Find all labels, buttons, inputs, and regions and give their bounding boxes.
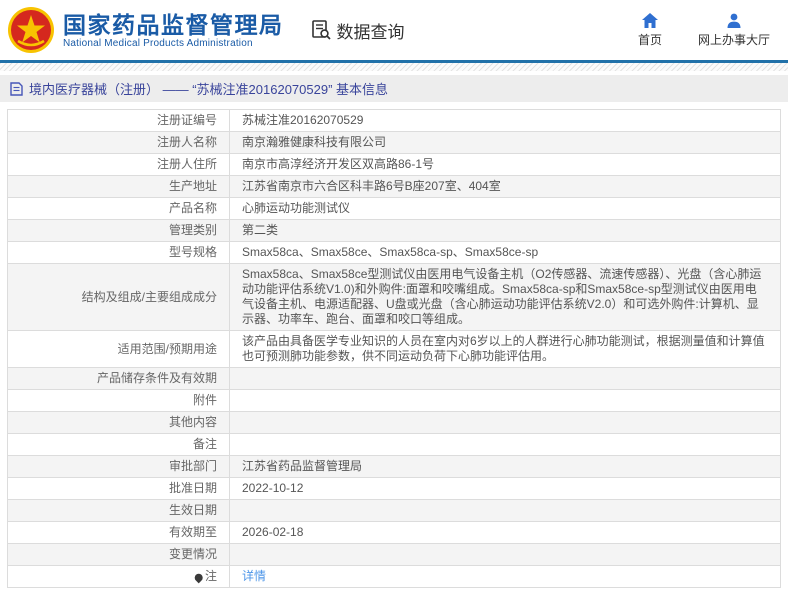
national-emblem-icon bbox=[8, 7, 54, 53]
row-label: 有效期至 bbox=[8, 522, 230, 543]
hatch-band bbox=[0, 63, 788, 71]
row-label: 变更情况 bbox=[8, 544, 230, 565]
nav-home-label: 首页 bbox=[638, 31, 662, 48]
row-value bbox=[230, 434, 780, 455]
table-row: 注 详情 bbox=[8, 565, 780, 587]
org-name-en: National Medical Products Administration bbox=[63, 38, 284, 49]
row-label: 型号规格 bbox=[8, 242, 230, 263]
row-value: 苏械注准20162070529 bbox=[230, 110, 780, 131]
row-label: 注册人名称 bbox=[8, 132, 230, 153]
registration-info-table: 注册证编号 苏械注准20162070529 注册人名称 南京瀚雅健康科技有限公司… bbox=[7, 109, 781, 588]
table-row: 其他内容 bbox=[8, 411, 780, 433]
row-label: 适用范围/预期用途 bbox=[8, 331, 230, 367]
row-label: 生产地址 bbox=[8, 176, 230, 197]
table-row: 附件 bbox=[8, 389, 780, 411]
table-row: 管理类别 第二类 bbox=[8, 219, 780, 241]
row-value: 心肺运动功能测试仪 bbox=[230, 198, 780, 219]
row-label-text: 注 bbox=[205, 569, 217, 584]
home-icon bbox=[642, 13, 658, 28]
row-value: 江苏省药品监督管理局 bbox=[230, 456, 780, 477]
table-row: 变更情况 bbox=[8, 543, 780, 565]
table-row: 注册人住所 南京市高淳经济开发区双高路86-1号 bbox=[8, 153, 780, 175]
row-label: 结构及组成/主要组成成分 bbox=[8, 264, 230, 330]
row-value: 2026-02-18 bbox=[230, 522, 780, 543]
row-label: 审批部门 bbox=[8, 456, 230, 477]
page-title: 境内医疗器械（注册） —— “苏械注准20162070529” 基本信息 bbox=[0, 75, 788, 102]
row-value: Smax58ca、Smax58ce、Smax58ca-sp、Smax58ce-s… bbox=[230, 242, 780, 263]
row-label: 产品名称 bbox=[8, 198, 230, 219]
row-label: 注册证编号 bbox=[8, 110, 230, 131]
row-value: 该产品由具备医学专业知识的人员在室内对6岁以上的人群进行心肺功能测试，根据测量值… bbox=[230, 331, 780, 367]
table-row: 有效期至 2026-02-18 bbox=[8, 521, 780, 543]
row-value bbox=[230, 412, 780, 433]
row-value: 南京瀚雅健康科技有限公司 bbox=[230, 132, 780, 153]
row-value bbox=[230, 368, 780, 389]
row-value bbox=[230, 390, 780, 411]
nav-home[interactable]: 首页 bbox=[638, 13, 662, 48]
page-header: 国家药品监督管理局 National Medical Products Admi… bbox=[0, 0, 788, 60]
data-query-label: 数据查询 bbox=[337, 18, 405, 43]
table-row: 生产地址 江苏省南京市六合区科丰路6号B座207室、404室 bbox=[8, 175, 780, 197]
nav-service-hall[interactable]: 网上办事大厅 bbox=[698, 13, 770, 48]
table-row: 产品储存条件及有效期 bbox=[8, 367, 780, 389]
row-label: 管理类别 bbox=[8, 220, 230, 241]
person-icon bbox=[726, 13, 742, 28]
page-title-text: 境内医疗器械（注册） —— “苏械注准20162070529” 基本信息 bbox=[29, 79, 388, 98]
note-pin-icon bbox=[193, 572, 204, 583]
row-label: 其他内容 bbox=[8, 412, 230, 433]
row-value bbox=[230, 544, 780, 565]
row-value: 第二类 bbox=[230, 220, 780, 241]
table-row: 备注 bbox=[8, 433, 780, 455]
row-label: 产品储存条件及有效期 bbox=[8, 368, 230, 389]
details-link[interactable]: 详情 bbox=[242, 569, 266, 584]
table-row: 结构及组成/主要组成成分 Smax58ca、Smax58ce型测试仪由医用电气设… bbox=[8, 263, 780, 330]
doc-search-icon bbox=[310, 19, 332, 41]
table-row: 批准日期 2022-10-12 bbox=[8, 477, 780, 499]
table-row: 生效日期 bbox=[8, 499, 780, 521]
row-label: 生效日期 bbox=[8, 500, 230, 521]
row-value bbox=[230, 500, 780, 521]
row-value: 江苏省南京市六合区科丰路6号B座207室、404室 bbox=[230, 176, 780, 197]
row-value: 详情 bbox=[230, 566, 780, 587]
row-value: 2022-10-12 bbox=[230, 478, 780, 499]
row-label: 批准日期 bbox=[8, 478, 230, 499]
org-name-cn: 国家药品监督管理局 bbox=[63, 12, 284, 38]
row-label: 备注 bbox=[8, 434, 230, 455]
data-query-tab[interactable]: 数据查询 bbox=[310, 18, 405, 43]
table-row: 适用范围/预期用途 该产品由具备医学专业知识的人员在室内对6岁以上的人群进行心肺… bbox=[8, 330, 780, 367]
top-nav: 首页 网上办事大厅 bbox=[638, 13, 770, 48]
table-row: 注册证编号 苏械注准20162070529 bbox=[8, 110, 780, 131]
table-row: 注册人名称 南京瀚雅健康科技有限公司 bbox=[8, 131, 780, 153]
row-label: 注 bbox=[8, 566, 230, 587]
row-label: 注册人住所 bbox=[8, 154, 230, 175]
row-label: 附件 bbox=[8, 390, 230, 411]
nav-service-hall-label: 网上办事大厅 bbox=[698, 31, 770, 48]
document-icon bbox=[10, 82, 23, 96]
row-value: Smax58ca、Smax58ce型测试仪由医用电气设备主机（O2传感器、流速传… bbox=[230, 264, 780, 330]
table-row: 审批部门 江苏省药品监督管理局 bbox=[8, 455, 780, 477]
table-row: 产品名称 心肺运动功能测试仪 bbox=[8, 197, 780, 219]
row-value: 南京市高淳经济开发区双高路86-1号 bbox=[230, 154, 780, 175]
table-row: 型号规格 Smax58ca、Smax58ce、Smax58ca-sp、Smax5… bbox=[8, 241, 780, 263]
nmpa-logo: 国家药品监督管理局 National Medical Products Admi… bbox=[8, 7, 284, 53]
